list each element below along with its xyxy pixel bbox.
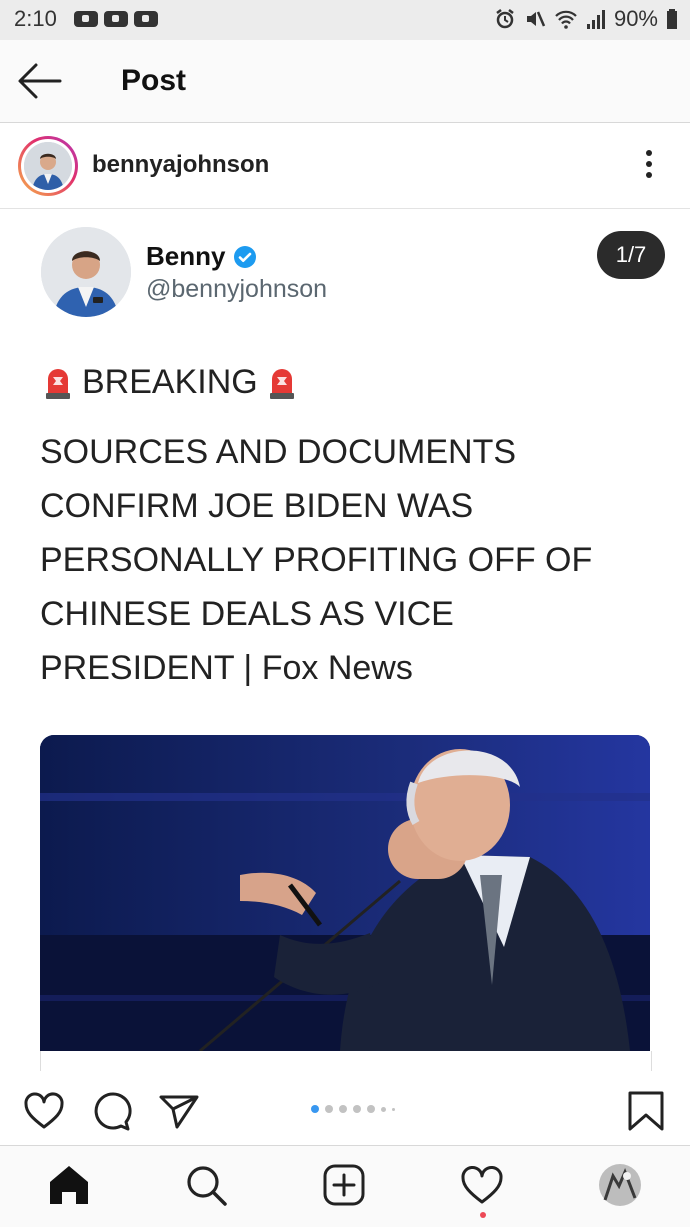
carousel-counter: 1/7 xyxy=(597,231,665,279)
wifi-icon xyxy=(555,10,577,29)
carousel-dot xyxy=(353,1105,361,1113)
carousel-dot xyxy=(339,1105,347,1113)
bottom-navigation xyxy=(0,1146,690,1227)
avatar xyxy=(24,142,72,190)
tweet-headline: SOURCES AND DOCUMENTS CONFIRM JOE BIDEN … xyxy=(40,433,593,687)
tweet-handle: @bennyjohnson xyxy=(146,275,328,303)
home-icon[interactable] xyxy=(46,1162,92,1208)
profile-avatar[interactable] xyxy=(597,1162,643,1208)
battery-icon xyxy=(667,9,677,29)
photo-caption-area xyxy=(40,1051,652,1071)
verified-badge-icon xyxy=(234,245,257,268)
signal-icon xyxy=(586,10,605,29)
add-post-icon[interactable] xyxy=(321,1162,367,1208)
alarm-icon xyxy=(496,9,514,29)
carousel-dot xyxy=(311,1105,319,1113)
status-notification-icons xyxy=(74,11,158,27)
carousel-dot xyxy=(392,1107,395,1111)
more-vertical-icon[interactable] xyxy=(636,147,662,183)
arrow-left-icon[interactable] xyxy=(16,60,62,102)
story-avatar[interactable] xyxy=(18,136,78,196)
tweet-author-name: Benny xyxy=(146,241,226,271)
comment-icon[interactable] xyxy=(90,1089,134,1133)
heart-icon[interactable] xyxy=(22,1089,66,1133)
mute-icon xyxy=(526,11,546,27)
share-icon[interactable] xyxy=(157,1089,201,1133)
search-icon[interactable] xyxy=(183,1162,229,1208)
news-photo xyxy=(40,735,650,1051)
police-light-emoji xyxy=(46,368,70,399)
app-header: Post xyxy=(0,40,690,123)
police-light-emoji xyxy=(269,368,294,399)
status-time: 2:10 xyxy=(14,6,57,31)
tweet-avatar xyxy=(41,227,131,317)
carousel-dot xyxy=(367,1105,375,1113)
status-bar: 2:10 90% xyxy=(0,0,690,40)
activity-notification-dot xyxy=(480,1212,486,1218)
tweet-author: Benny xyxy=(146,241,257,272)
battery-percent: 90% xyxy=(613,6,658,31)
youtube-icon xyxy=(104,11,128,27)
youtube-icon xyxy=(74,11,98,27)
page-title: Post xyxy=(121,64,187,97)
post-action-bar xyxy=(0,1075,690,1146)
post-header: bennyajohnson xyxy=(0,123,690,209)
carousel-dot xyxy=(325,1105,333,1113)
breaking-line: BREAKING xyxy=(44,363,296,402)
post-username[interactable]: bennyajohnson xyxy=(92,151,269,179)
post-image-card[interactable]: Benny @bennyjohnson 1/7 BREAKING SOURCES… xyxy=(0,209,690,1071)
status-system-icons: 90% xyxy=(494,6,678,32)
carousel-indicator xyxy=(311,1105,395,1113)
carousel-dot xyxy=(381,1106,386,1112)
bookmark-icon[interactable] xyxy=(624,1089,668,1133)
activity-heart-icon[interactable] xyxy=(459,1162,505,1208)
youtube-icon xyxy=(134,11,158,27)
breaking-label: BREAKING xyxy=(82,363,258,401)
